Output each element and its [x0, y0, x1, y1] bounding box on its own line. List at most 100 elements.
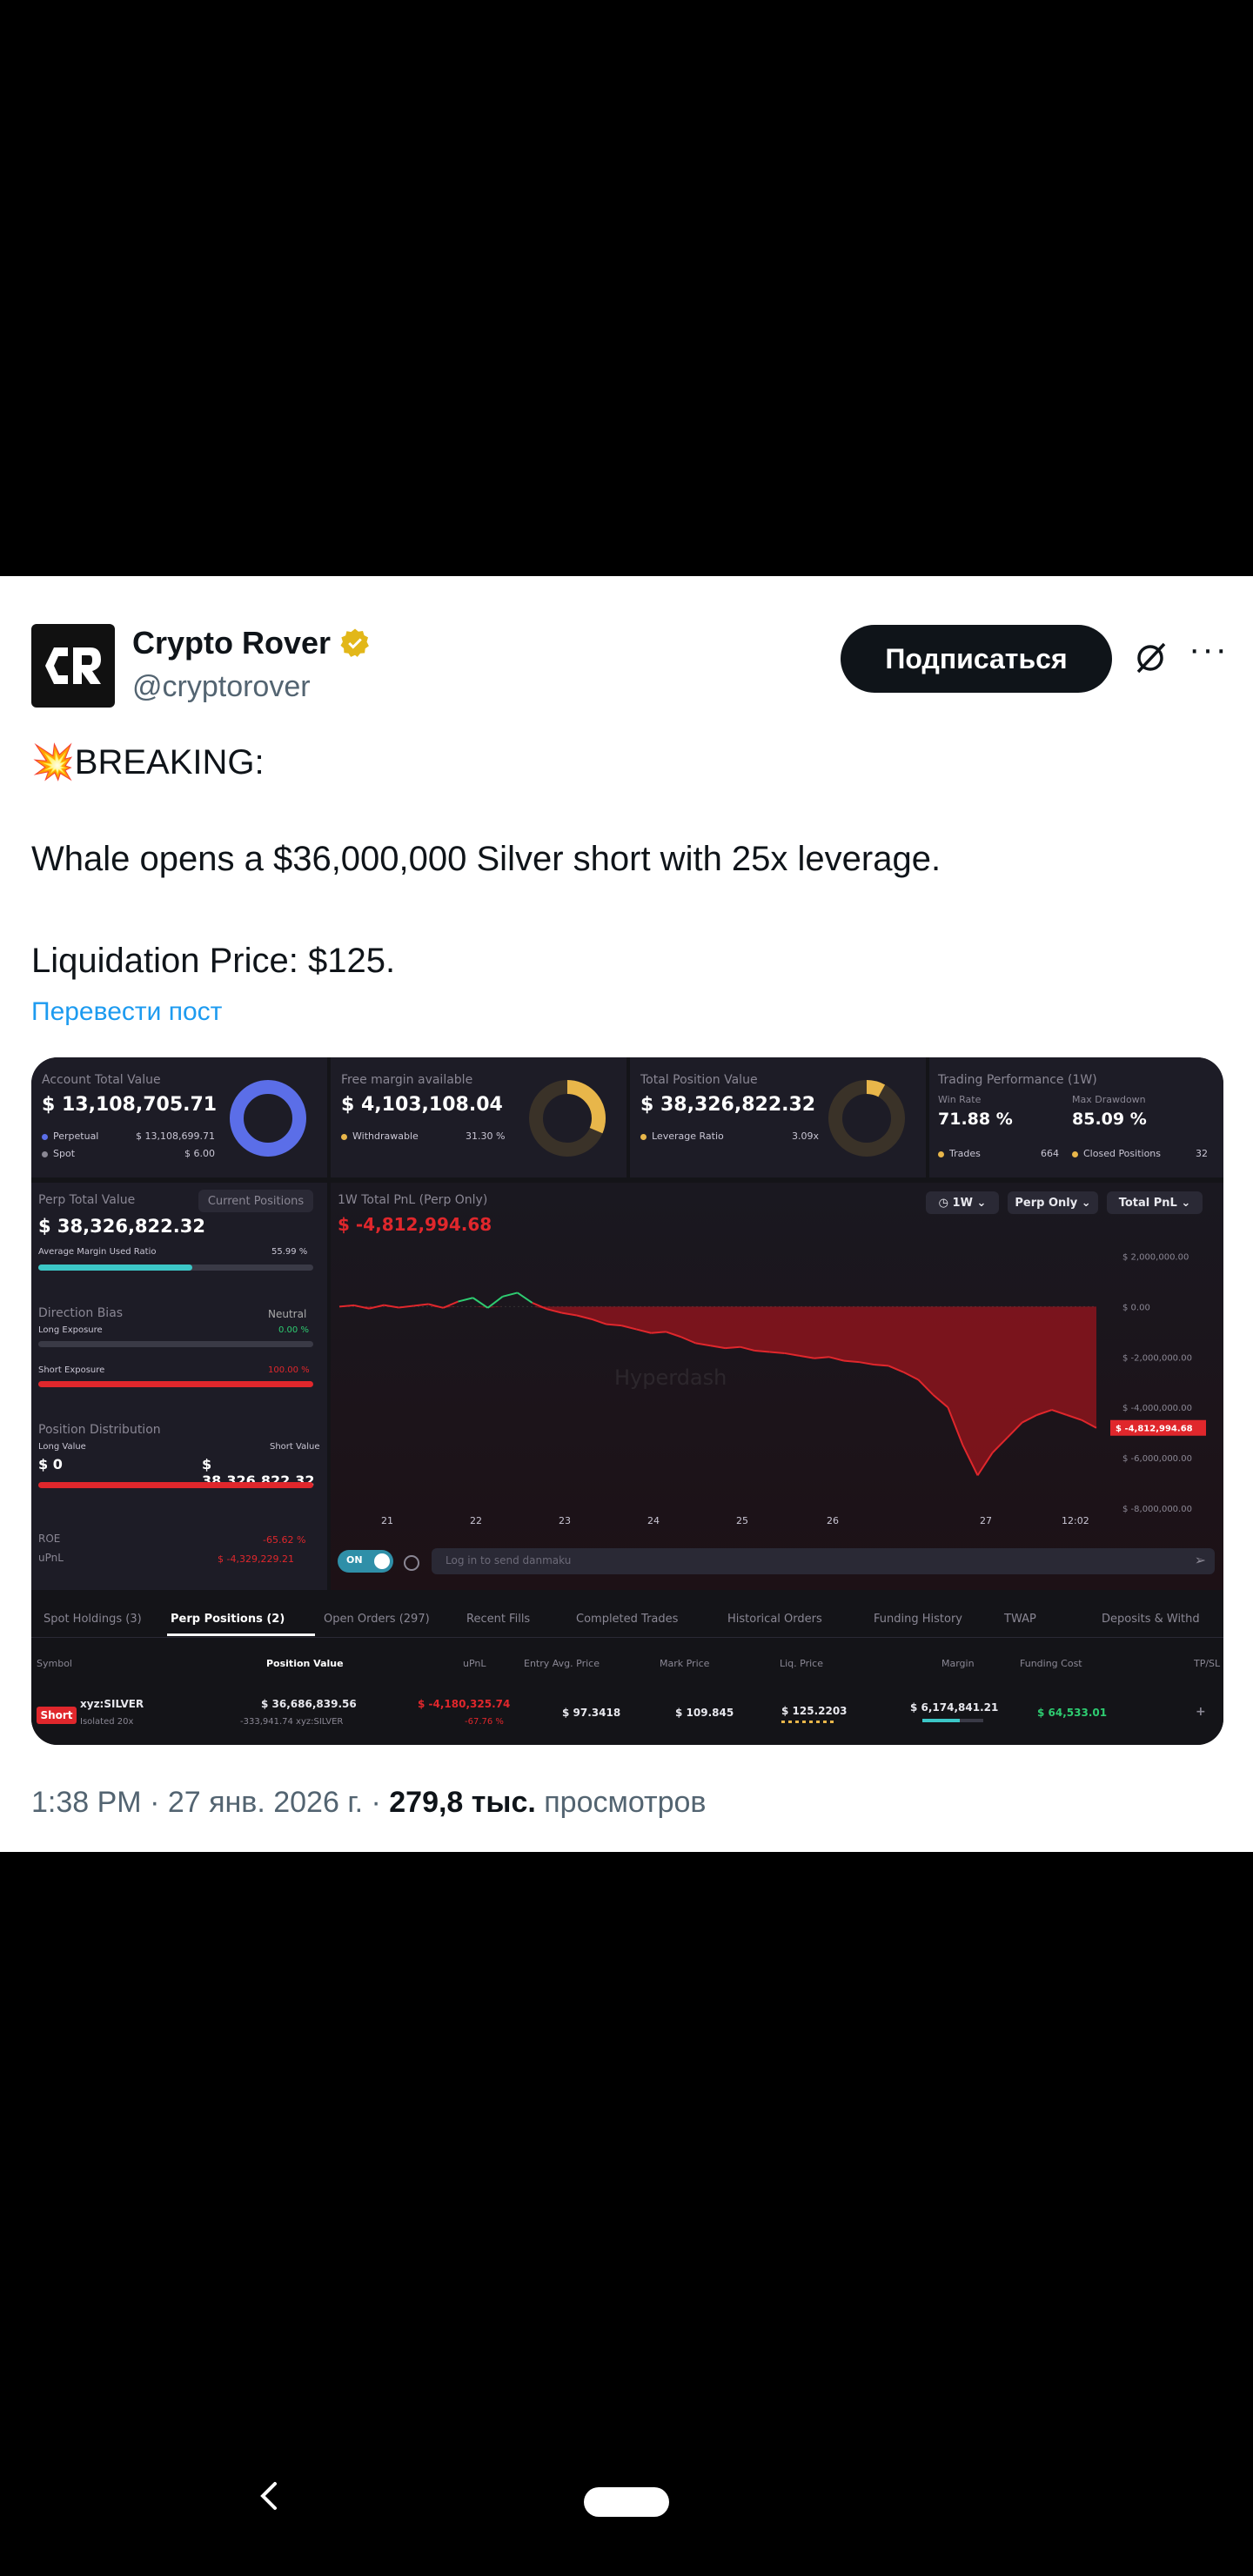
short-exposure-value: 100.00 % — [268, 1365, 310, 1375]
more-options-icon[interactable]: ··· — [1189, 630, 1229, 669]
pnl-chart-panel: 1W Total PnL (Perp Only) $ -4,812,994.68… — [331, 1183, 1223, 1590]
send-icon[interactable]: ➢ — [1195, 1552, 1206, 1568]
table-header-cell[interactable]: Symbol — [37, 1658, 72, 1669]
back-icon[interactable] — [252, 2479, 287, 2513]
pnl-line-segment — [502, 1291, 518, 1298]
pnl-area — [339, 1306, 1096, 1476]
position-card: Total Position Value $ 38,326,822.32 Lev… — [630, 1057, 926, 1177]
pnl-line-segment — [384, 1304, 399, 1309]
tab-item[interactable]: Perp Positions (2) — [171, 1613, 285, 1626]
long-value-label: Long Value — [38, 1442, 86, 1452]
position-value: $ 38,326,822.32 — [640, 1094, 816, 1116]
trades-label: Trades — [949, 1148, 981, 1159]
tab-item[interactable]: Spot Holdings (3) — [44, 1613, 142, 1626]
active-tab-indicator — [167, 1633, 315, 1636]
funding-cost: $ 64,533.01 — [1037, 1707, 1108, 1719]
table-header-cell[interactable]: Margin — [941, 1658, 975, 1669]
closed-value: 32 — [1196, 1148, 1208, 1159]
y-tick-label: $ -2,000,000.00 — [1122, 1353, 1192, 1363]
home-pill[interactable] — [584, 2487, 669, 2517]
side-badge: Short — [37, 1707, 77, 1724]
account-label: Account Total Value — [42, 1073, 161, 1087]
grok-icon[interactable] — [1131, 639, 1169, 677]
danmaku-toggle[interactable]: ON — [338, 1550, 393, 1573]
perp-total-label: Perp Total Value — [38, 1193, 136, 1207]
x-tick-label: 22 — [470, 1515, 482, 1526]
danmaku-input[interactable]: Log in to send danmaku ➢ — [432, 1548, 1215, 1574]
tab-item[interactable]: Recent Fills — [466, 1613, 530, 1626]
withdraw-row: Withdrawable — [341, 1130, 419, 1142]
distribution-label: Position Distribution — [38, 1423, 161, 1437]
x-tick-label: 23 — [559, 1515, 571, 1526]
author-handle[interactable]: @cryptorover — [132, 670, 311, 704]
entry-price: $ 97.3418 — [562, 1707, 621, 1719]
margin-ratio-value: 55.99 % — [271, 1247, 308, 1257]
trades-value: 664 — [1041, 1148, 1059, 1159]
current-positions-tag[interactable]: Current Positions — [198, 1190, 313, 1212]
pnl-line-chart[interactable]: $ 2,000,000.00 $ 0.00 $ -2,000,000.00 $ -4,… — [331, 1183, 1223, 1540]
leverage-value: 3.09x — [792, 1130, 820, 1142]
tab-item[interactable]: Deposits & Withd — [1102, 1613, 1200, 1626]
views-label: просмотров — [535, 1786, 707, 1819]
margin-mode: Isolated 20x — [80, 1717, 134, 1727]
win-rate-value: 71.88 % — [938, 1110, 1013, 1129]
verified-badge-icon — [340, 628, 369, 657]
account-donut — [230, 1080, 306, 1157]
tweet-text-line-2: Whale opens a $36,000,000 Silver short w… — [31, 840, 941, 878]
performance-label: Trading Performance (1W) — [938, 1073, 1097, 1087]
table-header-cell[interactable]: Entry Avg. Price — [524, 1658, 600, 1669]
distribution-bar — [38, 1482, 313, 1488]
tab-item[interactable]: TWAP — [1004, 1613, 1036, 1626]
tweet-time[interactable]: 1:38 PM · 27 янв. 2026 г. · — [31, 1786, 389, 1819]
x-tick-label: 24 — [647, 1515, 660, 1526]
withdraw-label: Withdrawable — [352, 1130, 419, 1142]
spot-label: Spot — [53, 1148, 76, 1159]
closed-row: Closed Positions — [1072, 1148, 1161, 1159]
tab-item[interactable]: Historical Orders — [727, 1613, 822, 1626]
win-rate-label: Win Rate — [938, 1094, 982, 1105]
free-margin-card: Free margin available $ 4,103,108.04 Wit… — [331, 1057, 626, 1177]
direction-bias-label: Direction Bias — [38, 1306, 124, 1320]
mark-price: $ 109.845 — [675, 1707, 734, 1719]
max-drawdown-value: 85.09 % — [1072, 1110, 1147, 1129]
tab-item[interactable]: Funding History — [874, 1613, 962, 1626]
symbol-value[interactable]: xyz:SILVER — [80, 1698, 144, 1710]
leverage-label: Leverage Ratio — [652, 1130, 724, 1142]
author-name[interactable]: Crypto Rover — [132, 625, 371, 661]
perp-label: Perpetual — [53, 1130, 99, 1142]
position-value-cell: $ 36,686,839.56 — [261, 1698, 357, 1710]
upnl-value: $ -4,329,229.21 — [218, 1553, 294, 1565]
margin-bar-fill — [38, 1265, 192, 1271]
watermark: Hyperdash — [614, 1365, 727, 1390]
x-tick-label: 27 — [980, 1515, 992, 1526]
tpsl-add-button[interactable]: + — [1196, 1705, 1206, 1719]
tab-item[interactable]: Completed Trades — [576, 1613, 678, 1626]
spot-value: $ 6.00 — [184, 1148, 215, 1159]
tweet-text-line-3: Liquidation Price: $125. — [31, 942, 396, 980]
table-header-cell[interactable]: Position Value — [266, 1658, 344, 1669]
margin-ratio-label: Average Margin Used Ratio — [38, 1247, 157, 1257]
table-header-cell[interactable]: TP/SL — [1194, 1658, 1220, 1669]
leverage-row: Leverage Ratio — [640, 1130, 724, 1142]
views-count: 279,8 тыс. — [389, 1786, 536, 1819]
pnl-line-segment — [517, 1291, 533, 1304]
y-tick-label: $ -4,000,000.00 — [1122, 1404, 1192, 1413]
tweet-image[interactable]: Account Total Value $ 13,108,705.71 Perp… — [31, 1057, 1223, 1745]
settings-icon[interactable] — [404, 1555, 419, 1571]
withdraw-value: 31.30 % — [466, 1130, 506, 1142]
perp-row: Perpetual — [42, 1130, 98, 1142]
trades-row: Trades — [938, 1148, 981, 1159]
table-header-cell[interactable]: uPnL — [463, 1658, 486, 1669]
short-value-label: Short Value — [270, 1442, 320, 1452]
pnl-line-segment — [486, 1296, 504, 1309]
table-header-cell[interactable]: Mark Price — [660, 1658, 709, 1669]
direction-bias-value: Neutral — [268, 1308, 307, 1320]
account-value: $ 13,108,705.71 — [42, 1094, 218, 1116]
translate-link[interactable]: Перевести пост — [31, 997, 222, 1027]
pnl-line-segment — [399, 1305, 414, 1309]
follow-button[interactable]: Подписаться — [841, 625, 1112, 693]
avatar[interactable] — [31, 624, 115, 708]
table-header-cell[interactable]: Liq. Price — [780, 1658, 823, 1669]
table-header-cell[interactable]: Funding Cost — [1020, 1658, 1082, 1669]
tab-item[interactable]: Open Orders (297) — [324, 1613, 430, 1626]
